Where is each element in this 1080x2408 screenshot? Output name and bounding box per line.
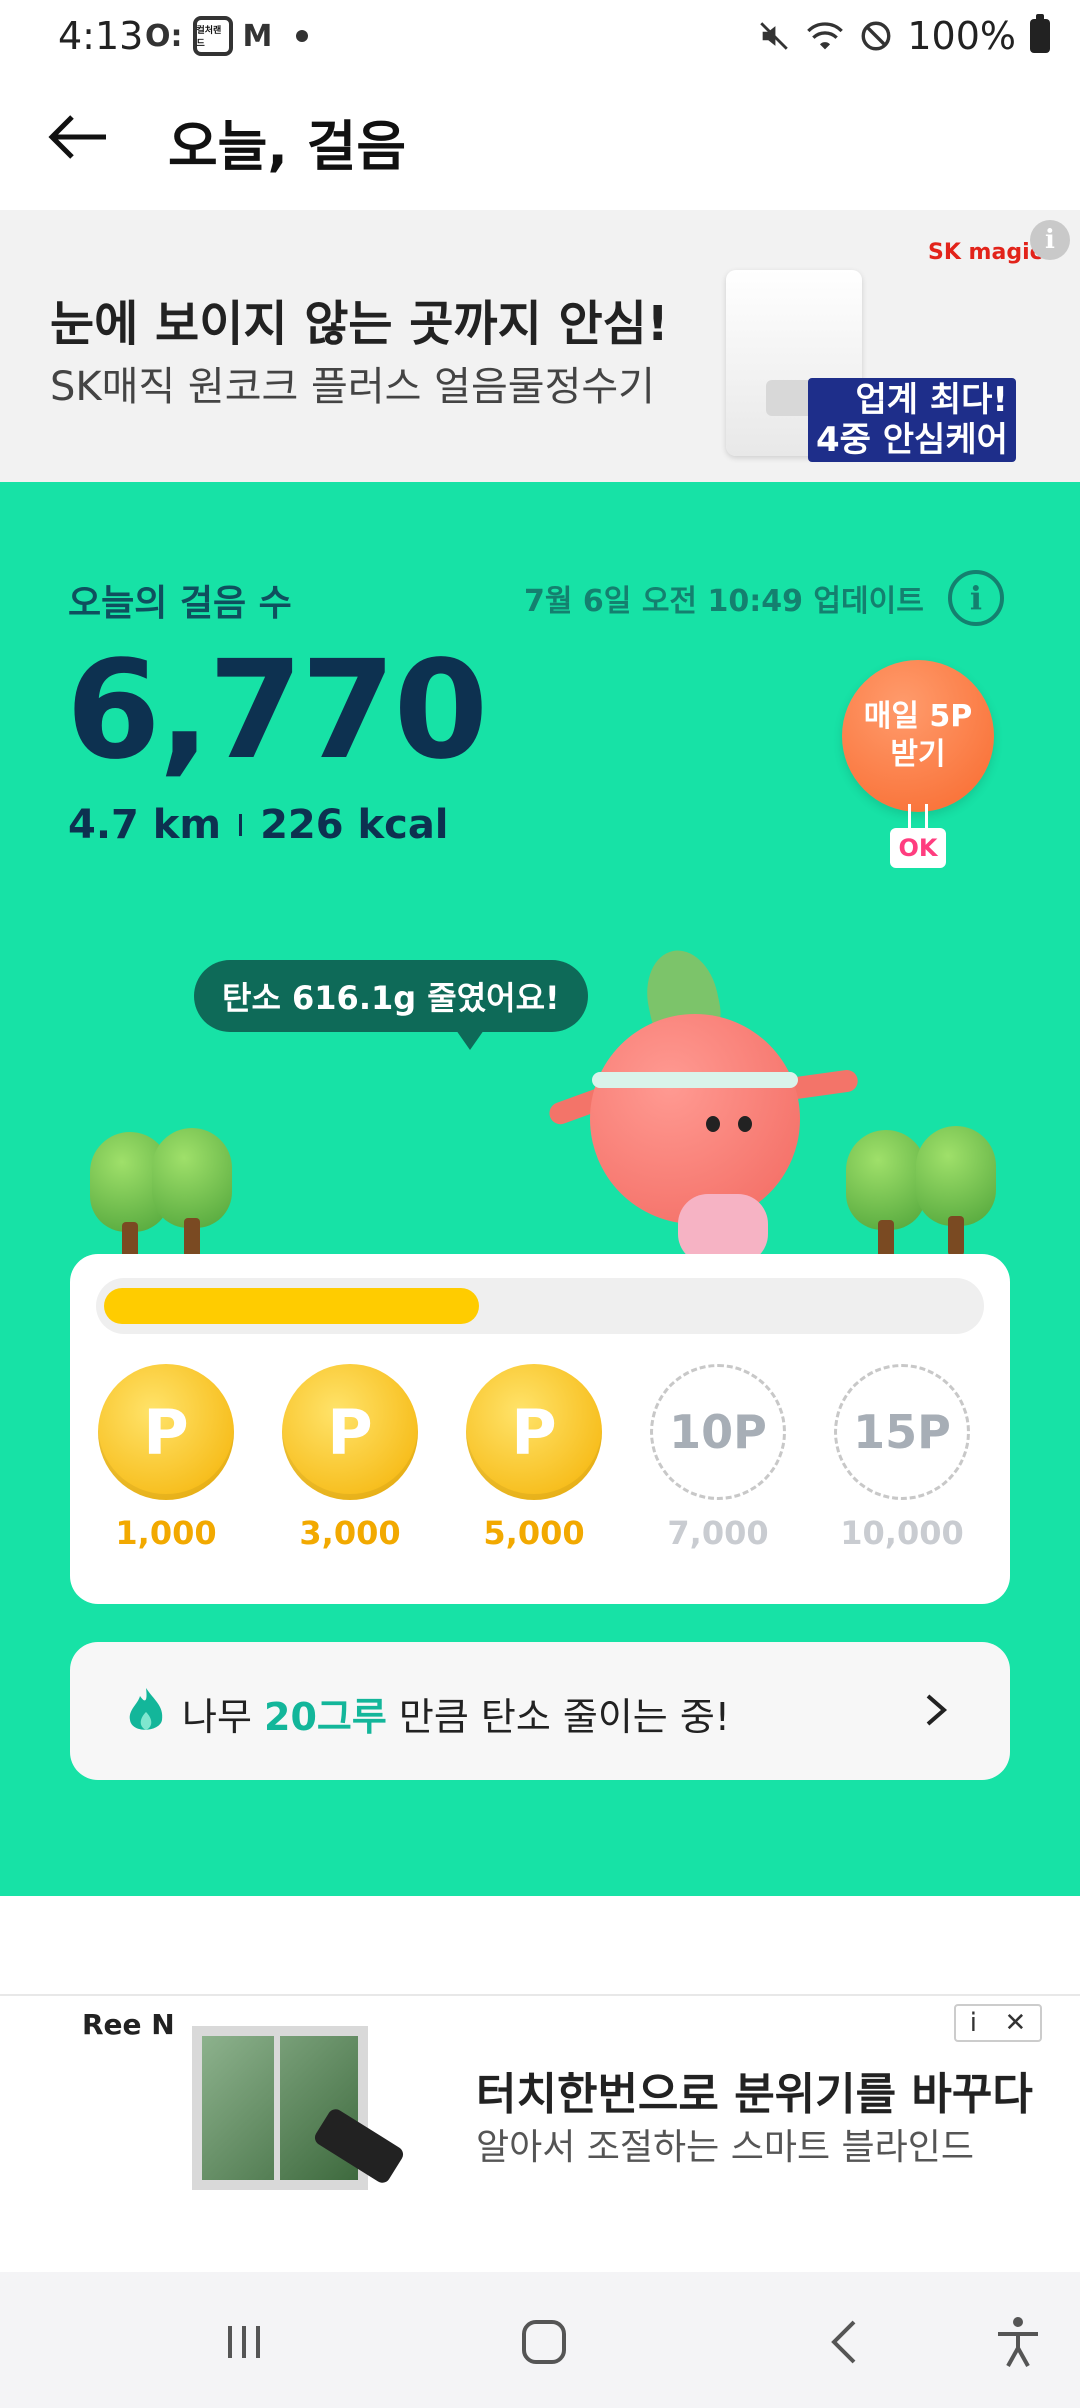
status-bar: 4:13 O: 컬처랜드 M 100%: [0, 0, 1080, 72]
daily-reward-line1: 매일 5P: [863, 699, 973, 734]
ad-info-icon[interactable]: i: [970, 2008, 977, 2038]
info-icon[interactable]: i: [948, 570, 1004, 626]
reward-threshold: 10,000: [840, 1514, 964, 1552]
stats-divider: [239, 814, 243, 836]
point-coin-icon: P: [466, 1364, 602, 1500]
ad-close-icon[interactable]: ✕: [1004, 2008, 1026, 2038]
tree-illustration: [152, 1128, 232, 1258]
tree-text-suffix: 만큼 탄소 줄이는 중!: [386, 1695, 731, 1739]
reward-threshold: 5,000: [483, 1514, 585, 1552]
reward-threshold: 3,000: [299, 1514, 401, 1552]
page-title: 오늘, 걸음: [168, 115, 407, 178]
step-progress-bar: [96, 1278, 984, 1334]
locked-point-coin-icon: 10P: [650, 1364, 786, 1500]
radish-character-illustration: [546, 943, 860, 1274]
update-timestamp: 7월 6일 오전 10:49 업데이트: [524, 584, 924, 619]
status-left-icons: O: 컬처랜드 M: [145, 16, 309, 56]
balloon-string: [908, 804, 928, 830]
tree-illustration: [916, 1126, 996, 1256]
system-navigation-bar: [0, 2272, 1080, 2408]
steps-section: 오늘의 걸음 수 7월 6일 오전 10:49 업데이트 i 6,770 4.7…: [0, 482, 1080, 1896]
arrow-left-icon: [48, 115, 106, 159]
window-blind-image: [192, 2026, 368, 2190]
ok-cashbag-icon: OK: [890, 828, 946, 868]
app-icon: 컬처랜드: [192, 16, 233, 56]
point-coin-icon: P: [282, 1364, 418, 1500]
ad-title: 눈에 보이지 않는 곳까지 안심!: [50, 296, 669, 352]
reward-slot-4: 10P 7,000: [648, 1364, 788, 1552]
tree-equivalent-text: 나무 20그루 만큼 탄소 줄이는 중!: [182, 1686, 730, 1741]
carbon-speech-bubble: 탄소 616.1g 줄였어요!: [194, 960, 588, 1050]
ad-info-icon[interactable]: i: [1030, 220, 1070, 260]
back-nav-icon[interactable]: [816, 2312, 876, 2372]
reward-slot-5: 15P 10,000: [832, 1364, 972, 1552]
reward-threshold: 1,000: [115, 1514, 217, 1552]
step-reward-card: P 1,000 P 3,000 P 5,000 10P 7,000 15P 10…: [70, 1254, 1010, 1604]
ad-banner-bottom[interactable]: Ree N 터치한번으로 분위기를 바꾸다 알아서 조절하는 스마트 블라인드 …: [0, 1994, 1080, 2272]
tree-count: 20그루: [264, 1695, 387, 1739]
sk-magic-logo: SK magic: [928, 240, 1043, 265]
ad-subtitle: 알아서 조절하는 스마트 블라인드: [476, 2127, 975, 2168]
step-progress-fill: [104, 1288, 479, 1324]
recent-apps-icon[interactable]: [214, 2312, 274, 2372]
chevron-right-icon: [926, 1694, 948, 1726]
ad-brand-logo: Ree N: [82, 2008, 175, 2041]
ad-title: 터치한번으로 분위기를 바꾸다: [476, 2069, 1033, 2120]
notification-icon: O:: [145, 18, 183, 54]
steps-count: 6,770: [66, 632, 488, 790]
distance-value: 4.7 km: [68, 802, 222, 848]
steps-label: 오늘의 걸음 수: [68, 583, 292, 624]
reward-slot-2[interactable]: P 3,000: [280, 1364, 420, 1552]
home-icon[interactable]: [514, 2312, 574, 2372]
mute-icon: [760, 22, 789, 50]
accessibility-icon[interactable]: [988, 2312, 1048, 2372]
app-header: 오늘, 걸음: [0, 72, 1080, 210]
reward-slot-1[interactable]: P 1,000: [96, 1364, 236, 1552]
locked-point-coin-icon: 15P: [834, 1364, 970, 1500]
more-notifications-dot-icon: [296, 30, 309, 42]
fire-icon: [129, 1688, 163, 1730]
do-not-disturb-icon: [861, 21, 891, 51]
battery-icon: [1030, 14, 1050, 53]
calories-value: 226 kcal: [260, 802, 449, 848]
daily-reward-line2: 받기: [890, 737, 946, 772]
reward-slot-3[interactable]: P 5,000: [464, 1364, 604, 1552]
daily-reward-balloon[interactable]: 매일 5P 받기: [842, 660, 994, 812]
wifi-icon: [807, 22, 844, 50]
point-coin-icon: P: [98, 1364, 234, 1500]
ad-controls: i ✕: [954, 2004, 1042, 2042]
tree-equivalent-card[interactable]: 나무 20그루 만큼 탄소 줄이는 중!: [70, 1642, 1010, 1780]
battery-percent: 100%: [907, 14, 1016, 58]
back-button[interactable]: [44, 102, 114, 172]
status-time: 4:13: [58, 14, 144, 58]
reward-threshold: 7,000: [667, 1514, 769, 1552]
status-right-icons: 100%: [757, 14, 1050, 58]
ad-subtitle: SK매직 원코크 플러스 얼음물정수기: [50, 364, 655, 410]
mail-icon: M: [242, 18, 273, 54]
tree-text-prefix: 나무: [182, 1695, 264, 1739]
ad-tag-line2: 4중 안심케어: [816, 420, 1008, 460]
tree-illustration: [846, 1130, 926, 1260]
ad-tag: 업계 최다! 4중 안심케어: [808, 378, 1016, 462]
ad-banner-top[interactable]: 눈에 보이지 않는 곳까지 안심! SK매직 원코크 플러스 얼음물정수기 업계…: [0, 210, 1080, 482]
ad-tag-line1: 업계 최다!: [855, 380, 1008, 420]
steps-stats: 4.7 km 226 kcal: [68, 802, 449, 848]
